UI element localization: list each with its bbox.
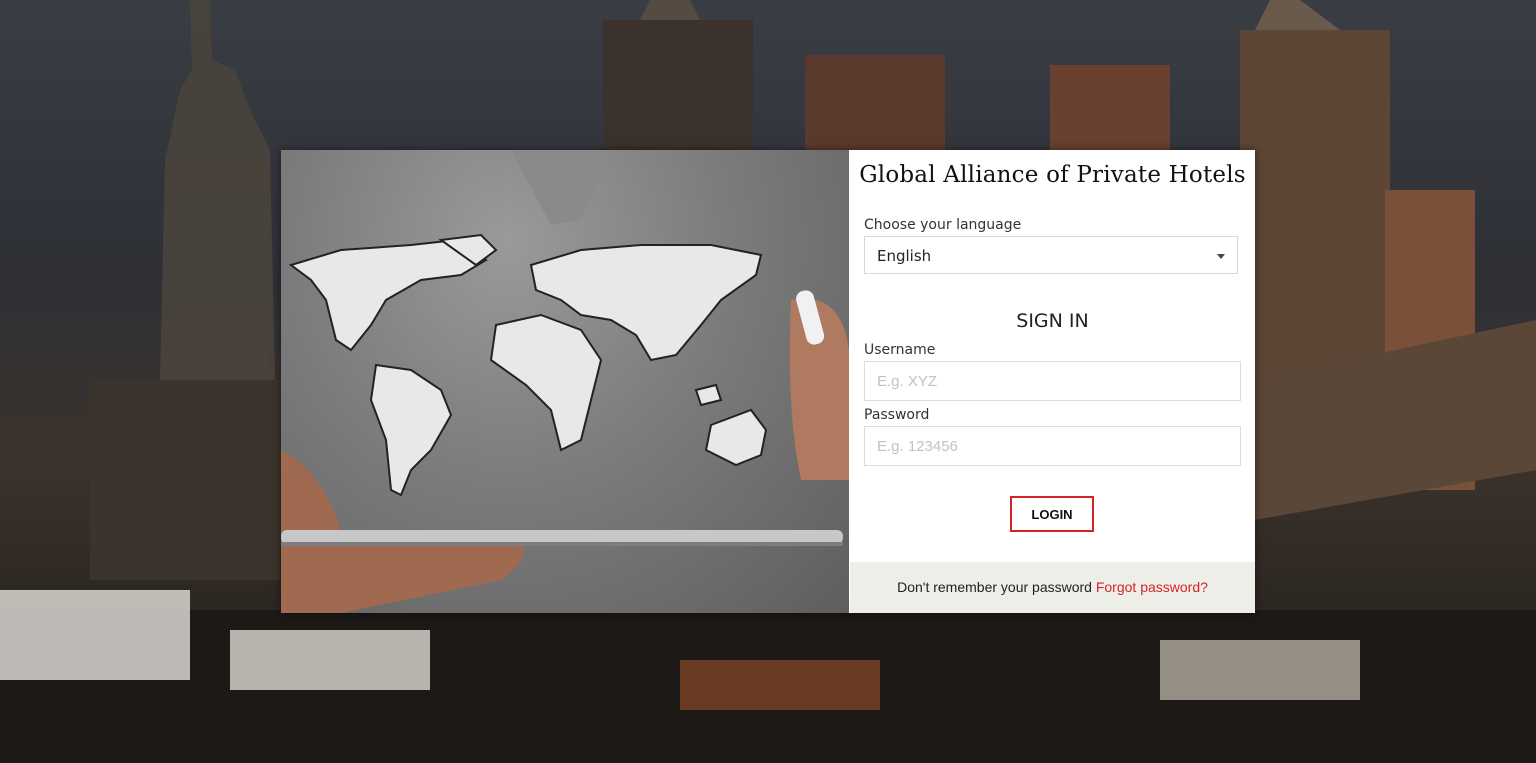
username-label: Username xyxy=(864,342,936,358)
forgot-password-footer: Don't remember your password Forgot pass… xyxy=(850,562,1255,613)
password-label: Password xyxy=(864,407,930,423)
language-select[interactable]: English xyxy=(864,236,1238,274)
forgot-password-text: Don't remember your password xyxy=(897,579,1092,595)
password-input[interactable] xyxy=(864,426,1241,466)
caret-down-icon xyxy=(1217,254,1225,259)
login-button[interactable]: LOGIN xyxy=(1010,496,1094,532)
language-selected-value: English xyxy=(877,247,932,265)
world-map-tablet-image xyxy=(281,150,849,613)
signin-heading: SIGN IN xyxy=(1016,310,1089,332)
site-title: Global Alliance of Private Hotels xyxy=(859,162,1246,188)
world-map-illustration xyxy=(281,150,849,613)
login-panel: Global Alliance of Private Hotels Choose… xyxy=(850,150,1255,613)
forgot-password-link[interactable]: Forgot password? xyxy=(1096,579,1208,595)
language-label: Choose your language xyxy=(864,217,1022,233)
username-input[interactable] xyxy=(864,361,1241,401)
login-card: Global Alliance of Private Hotels Choose… xyxy=(281,150,1255,613)
